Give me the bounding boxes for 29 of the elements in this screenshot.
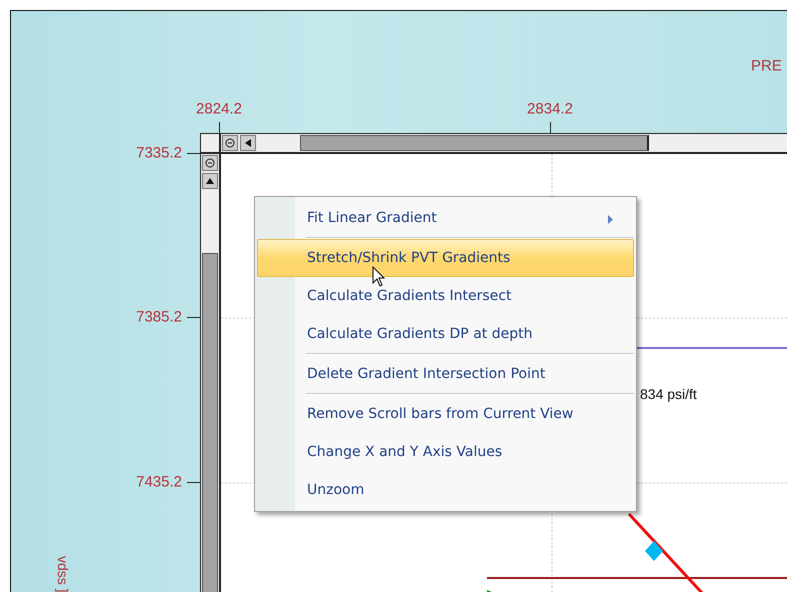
- mouse-cursor-icon: [372, 266, 386, 288]
- y-axis-tick-label: 7435.2: [136, 474, 182, 490]
- y-axis-tick-label: 7335.2: [136, 144, 182, 162]
- menu-item[interactable]: Remove Scroll bars from Current View: [257, 395, 634, 433]
- vertical-scrollbar[interactable]: [201, 154, 221, 592]
- minus-circle-icon: [225, 138, 235, 148]
- scroll-left-button[interactable]: [240, 135, 256, 151]
- x-axis-tick-label: 2824.2: [196, 100, 242, 118]
- y-axis-label: vdss ]: [55, 556, 71, 592]
- menu-item[interactable]: Unzoom: [257, 471, 634, 509]
- zoom-out-button[interactable]: [202, 155, 218, 171]
- menu-item[interactable]: Calculate Gradients Intersect: [257, 277, 634, 315]
- horizontal-scrollbar[interactable]: [221, 134, 787, 154]
- scrollbar-thumb[interactable]: [202, 253, 218, 592]
- zoom-out-button[interactable]: [222, 135, 238, 151]
- menu-item[interactable]: Calculate Gradients DP at depth: [257, 315, 634, 353]
- up-triangle-icon: [206, 178, 214, 184]
- x-axis-tick-label: 2834.2: [527, 100, 573, 118]
- y-axis-tick-label: 7385.2: [136, 308, 182, 326]
- chart-title: PRE: [751, 58, 782, 74]
- data-point-marker: [645, 541, 663, 561]
- minus-circle-icon: [205, 158, 215, 168]
- left-triangle-icon: [245, 139, 251, 147]
- scroll-up-button[interactable]: [202, 173, 218, 189]
- menu-item[interactable]: Change X and Y Axis Values: [257, 433, 634, 471]
- menu-item[interactable]: Delete Gradient Intersection Point: [257, 355, 634, 393]
- gradient-label: 834 psi/ft: [640, 386, 697, 402]
- scrollbar-thumb[interactable]: [300, 135, 649, 151]
- menu-item[interactable]: Fit Linear Gradient: [257, 199, 634, 237]
